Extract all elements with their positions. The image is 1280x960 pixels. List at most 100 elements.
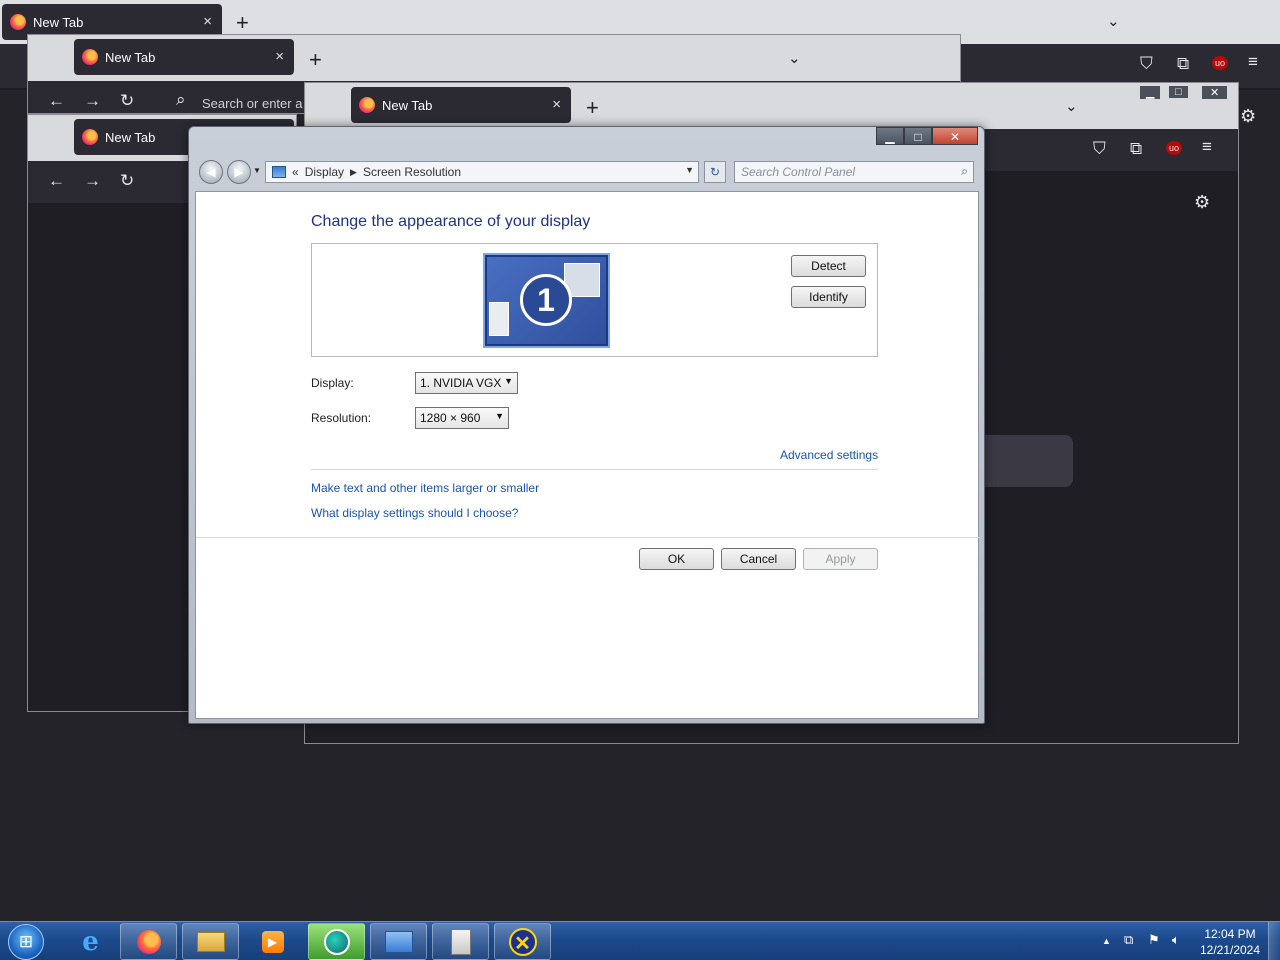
green-app-icon[interactable] bbox=[308, 923, 365, 960]
tab-list-icon[interactable]: ⌄ bbox=[788, 49, 801, 67]
tab-new-tab[interactable]: New Tab × bbox=[74, 39, 294, 75]
cancel-button[interactable]: Cancel bbox=[721, 548, 796, 570]
settings-icon[interactable]: ⚙ bbox=[1194, 192, 1210, 213]
firefox-icon bbox=[82, 49, 98, 65]
ublock-icon[interactable]: uo bbox=[1212, 56, 1229, 70]
new-tab-button[interactable]: + bbox=[586, 95, 599, 121]
tab-title: New Tab bbox=[105, 129, 156, 145]
ublock-icon[interactable]: uo bbox=[1166, 141, 1183, 155]
show-hidden-icons-icon[interactable]: ▲ bbox=[1102, 936, 1111, 946]
display-value: 1. NVIDIA VGX bbox=[420, 376, 502, 390]
resolution-select[interactable]: 1280 × 960 ▼ bbox=[415, 407, 509, 429]
new-tab-button[interactable]: + bbox=[309, 47, 322, 73]
monitor-1-icon[interactable]: 1 bbox=[483, 253, 610, 348]
monitor-arrangement: 1 Detect Identify bbox=[311, 243, 878, 357]
action-center-flag-icon[interactable]: ⚑ bbox=[1148, 932, 1160, 948]
maximize-button[interactable]: □ bbox=[904, 127, 932, 145]
ok-button[interactable]: OK bbox=[639, 548, 714, 570]
back-icon[interactable]: ← bbox=[48, 91, 65, 111]
monitor-number: 1 bbox=[520, 274, 572, 326]
address-dropdown-icon[interactable]: ▼ bbox=[685, 165, 694, 175]
firefox-icon bbox=[359, 97, 375, 113]
tab-title: New Tab bbox=[382, 97, 433, 113]
close-button[interactable]: ✕ bbox=[932, 127, 978, 145]
url-bar[interactable]: Search or enter a bbox=[202, 96, 302, 111]
start-button[interactable]: ⊞ bbox=[8, 924, 44, 960]
tab-new-tab[interactable]: New Tab × bbox=[351, 87, 571, 123]
forward-icon[interactable]: → bbox=[84, 91, 101, 111]
address-row: ◀ ▶ ▼ « Display ▶ Screen Resolution ▼ ↻ … bbox=[197, 159, 978, 185]
display-settings-help-link[interactable]: What display settings should I choose? bbox=[311, 506, 518, 520]
screen-resolution-dialog: ▁ □ ✕ ◀ ▶ ▼ « Display ▶ Screen Resolutio… bbox=[188, 126, 985, 724]
search-placeholder: Search Control Panel bbox=[741, 165, 856, 179]
identify-button[interactable]: Identify bbox=[791, 286, 866, 308]
menu-icon[interactable]: ≡ bbox=[1202, 137, 1212, 157]
dropdown-arrow-icon: ▼ bbox=[495, 411, 504, 421]
firefox-taskbar-icon[interactable] bbox=[120, 923, 177, 960]
forward-button[interactable]: ▶ bbox=[227, 160, 251, 184]
resolution-label: Resolution: bbox=[311, 411, 372, 425]
new-tab-button[interactable]: + bbox=[236, 10, 249, 36]
maximize-icon[interactable]: □ bbox=[1169, 86, 1188, 98]
caption-buttons: ▁ □ ✕ bbox=[876, 127, 978, 145]
search-icon[interactable]: ⌕ bbox=[961, 164, 968, 179]
text-size-link[interactable]: Make text and other items larger or smal… bbox=[311, 481, 539, 495]
pocket-icon[interactable]: ⛉ bbox=[1093, 139, 1106, 159]
refresh-button[interactable]: ↻ bbox=[704, 161, 726, 183]
breadcrumb-separator-icon: ▶ bbox=[350, 166, 357, 177]
dropdown-arrow-icon: ▼ bbox=[504, 376, 513, 386]
display-select[interactable]: 1. NVIDIA VGX ▼ bbox=[415, 372, 518, 394]
apply-button[interactable]: Apply bbox=[803, 548, 878, 570]
menu-icon[interactable]: ≡ bbox=[1248, 52, 1258, 72]
breadcrumb-display[interactable]: Display bbox=[305, 165, 344, 179]
search-control-panel-input[interactable]: Search Control Panel ⌕ bbox=[734, 161, 974, 183]
show-desktop-button[interactable] bbox=[1268, 922, 1280, 960]
system-clock[interactable]: 12:04 PM 12/21/2024 bbox=[1190, 926, 1270, 958]
minimize-icon[interactable]: ▁ bbox=[1140, 86, 1161, 99]
pocket-icon[interactable]: ⛉ bbox=[1140, 54, 1153, 74]
recent-pages-icon[interactable]: ▼ bbox=[253, 166, 261, 175]
window-thumbnail bbox=[489, 302, 509, 336]
dialog-content: Change the appearance of your display 1 … bbox=[195, 191, 980, 719]
advanced-settings-link[interactable]: Advanced settings bbox=[780, 448, 878, 462]
tab-list-icon[interactable]: ⌄ bbox=[1107, 12, 1120, 30]
network-icon[interactable]: ⧉ bbox=[1124, 932, 1133, 948]
volume-muted-icon[interactable]: 🔈︎ bbox=[1172, 932, 1180, 948]
close-icon[interactable]: ✕ bbox=[1202, 86, 1228, 99]
page-title: Change the appearance of your display bbox=[311, 213, 591, 230]
control-panel-taskbar-icon[interactable] bbox=[370, 923, 427, 960]
back-icon[interactable]: ← bbox=[48, 171, 65, 191]
back-button[interactable]: ◀ bbox=[199, 160, 223, 184]
x-app-icon[interactable]: ✕ bbox=[494, 923, 551, 960]
reload-icon[interactable]: ↻ bbox=[120, 91, 134, 111]
reload-icon[interactable]: ↻ bbox=[120, 171, 134, 191]
tab-close-icon[interactable]: × bbox=[203, 13, 212, 30]
internet-explorer-icon[interactable]: e bbox=[62, 923, 119, 960]
firefox-icon bbox=[10, 14, 26, 30]
clock-date: 12/21/2024 bbox=[1199, 943, 1261, 957]
tab-title: New Tab bbox=[33, 14, 84, 30]
tab-close-icon[interactable]: × bbox=[552, 96, 561, 113]
search-icon: ⌕ bbox=[176, 90, 186, 109]
forward-icon[interactable]: → bbox=[84, 171, 101, 191]
notes-app-icon[interactable] bbox=[432, 923, 489, 960]
control-panel-icon bbox=[272, 166, 286, 178]
tab-list-icon[interactable]: ⌄ bbox=[1065, 97, 1078, 115]
media-player-icon[interactable]: ▶ bbox=[244, 923, 301, 960]
tab-close-icon[interactable]: × bbox=[275, 48, 284, 65]
file-explorer-icon[interactable] bbox=[182, 923, 239, 960]
resolution-value: 1280 × 960 bbox=[420, 411, 481, 425]
detect-button[interactable]: Detect bbox=[791, 255, 866, 277]
address-bar[interactable]: « Display ▶ Screen Resolution ▼ bbox=[265, 161, 699, 183]
extensions-icon[interactable]: ⧉ bbox=[1177, 54, 1189, 74]
breadcrumb-screen-resolution[interactable]: Screen Resolution bbox=[363, 165, 461, 179]
taskbar: ⊞ e ▶ ✕ ▲ ⧉ ⚑ 🔈︎ 12:04 PM 12/21/2024 bbox=[0, 921, 1280, 960]
tab-title: New Tab bbox=[105, 49, 156, 65]
divider bbox=[196, 537, 980, 538]
display-label: Display: bbox=[311, 376, 354, 390]
firefox-icon bbox=[82, 129, 98, 145]
settings-icon[interactable]: ⚙ bbox=[1240, 106, 1256, 127]
breadcrumb-prefix: « bbox=[292, 165, 299, 179]
minimize-button[interactable]: ▁ bbox=[876, 127, 904, 145]
extensions-icon[interactable]: ⧉ bbox=[1130, 139, 1142, 159]
